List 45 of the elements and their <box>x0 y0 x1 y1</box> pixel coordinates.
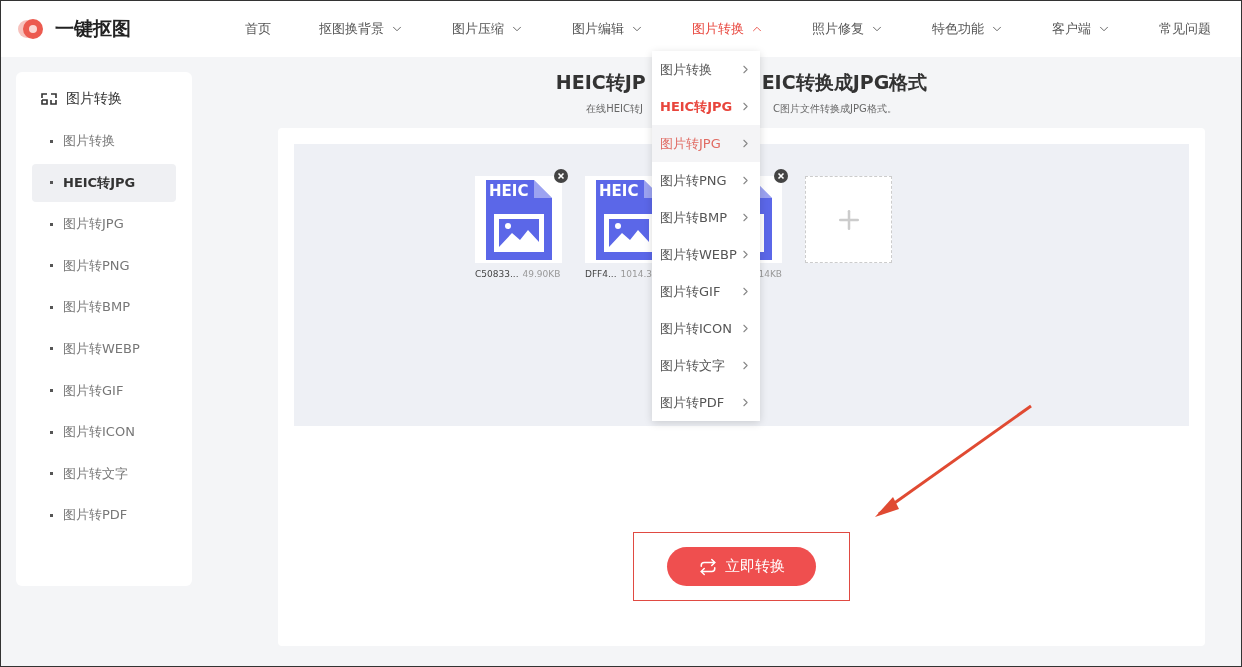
dropdown-item[interactable]: 图片转换 <box>652 51 760 88</box>
file-name: DFF4... <box>585 269 617 279</box>
page-subtitle: 在线HEIC转J <box>586 102 643 116</box>
page-subtitle: C图片文件转换成JPG格式。 <box>773 102 897 116</box>
convert-button[interactable]: 立即转换 <box>667 547 816 586</box>
sidebar-item[interactable]: 图片转PNG <box>32 246 176 285</box>
sidebar-item[interactable]: 图片转ICON <box>32 413 176 452</box>
nav-item[interactable]: 图片压缩 <box>452 20 524 38</box>
page-title: HEIC转JP <box>555 70 646 95</box>
file-name: C50833... <box>475 269 519 279</box>
sidebar-title: 图片转换 <box>66 90 122 108</box>
nav-item[interactable]: 特色功能 <box>932 20 1004 38</box>
sidebar-item[interactable]: HEIC转JPG <box>32 163 176 202</box>
nav-item[interactable]: 抠图换背景 <box>319 20 404 38</box>
convert-icon <box>40 91 58 107</box>
dropdown-item[interactable]: 图片转GIF <box>652 273 760 310</box>
nav-item[interactable]: 图片编辑 <box>572 20 644 38</box>
dropdown-item[interactable]: HEIC转JPG <box>652 88 760 125</box>
sidebar-item[interactable]: 图片转BMP <box>32 288 176 327</box>
close-icon[interactable] <box>554 169 568 183</box>
nav-item[interactable]: 常见问题 <box>1159 20 1211 38</box>
nav-item[interactable]: 客户端 <box>1052 20 1111 38</box>
logo-text: 一键抠图 <box>55 16 131 41</box>
sidebar-item[interactable]: 图片转文字 <box>32 454 176 493</box>
dropdown-item[interactable]: 图片转文字 <box>652 347 760 384</box>
dropdown-item[interactable]: 图片转PDF <box>652 384 760 421</box>
file-type-label: HEIC <box>599 182 639 200</box>
sidebar-item[interactable]: 图片转GIF <box>32 371 176 410</box>
dropdown-item[interactable]: 图片转ICON <box>652 310 760 347</box>
file-type-label: HEIC <box>489 182 529 200</box>
sidebar-item[interactable]: 图片转PDF <box>32 496 176 535</box>
file-size: 49.90KB <box>522 269 561 279</box>
image-file-icon <box>485 179 552 260</box>
page-title: EIC转换成JPG格式 <box>761 70 928 95</box>
sidebar-item[interactable]: 图片转JPG <box>32 205 176 244</box>
sidebar-item[interactable]: 图片转换 <box>32 122 176 160</box>
nav-item[interactable]: 照片修复 <box>812 20 884 38</box>
nav-item[interactable]: 图片转换 <box>692 20 764 38</box>
nav-item[interactable]: 首页 <box>245 20 271 38</box>
close-icon[interactable] <box>774 169 788 183</box>
file-size: 1014.3 <box>620 269 653 279</box>
convert-icon <box>698 557 717 576</box>
sidebar-item[interactable]: 图片转WEBP <box>32 329 176 368</box>
logo-icon <box>17 17 45 41</box>
file-size: 14KB <box>758 269 782 279</box>
